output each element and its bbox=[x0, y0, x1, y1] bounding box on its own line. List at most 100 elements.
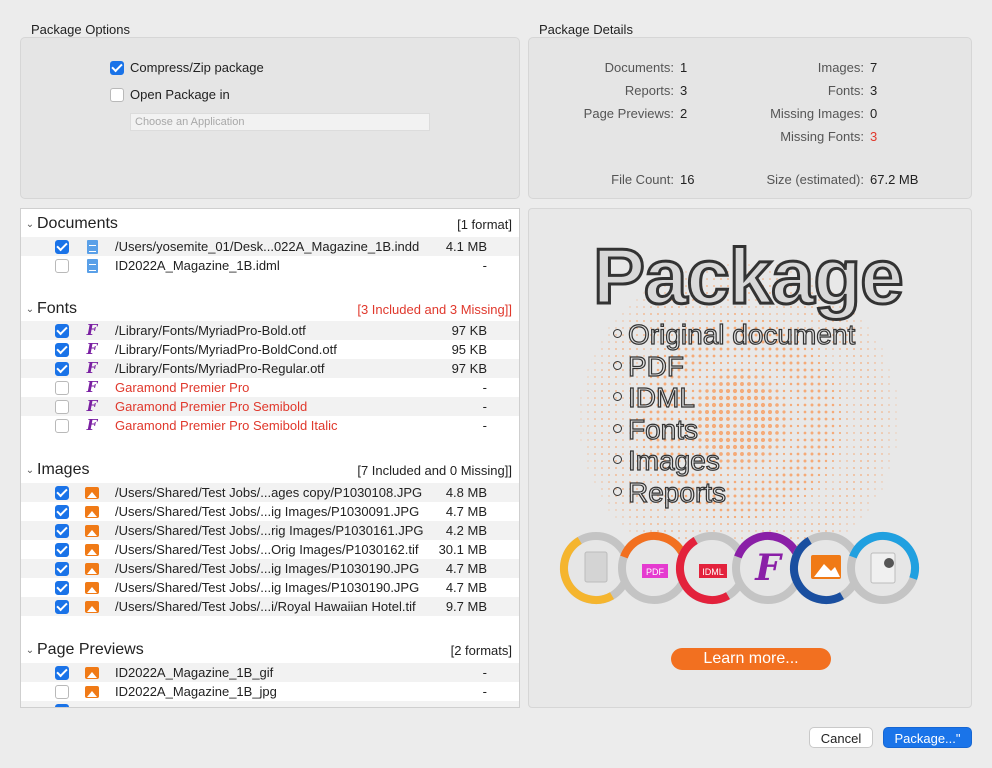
file-row[interactable]: F/Library/Fonts/MyriadPro-BoldCond.otf 95… bbox=[21, 340, 519, 359]
file-size: - bbox=[482, 418, 487, 433]
include-checkbox[interactable] bbox=[55, 504, 69, 519]
file-row[interactable]: F/Library/Fonts/MyriadPro-Regular.otf 97 … bbox=[21, 359, 519, 378]
include-checkbox[interactable] bbox=[55, 523, 69, 538]
learn-more-button[interactable]: Learn more... bbox=[671, 648, 831, 670]
file-row[interactable]: /Users/Shared/Test Jobs/...ages copy/P10… bbox=[21, 483, 519, 502]
halftone-dot bbox=[664, 523, 666, 525]
include-checkbox[interactable] bbox=[55, 684, 69, 699]
halftone-dot bbox=[874, 439, 876, 441]
include-checkbox[interactable] bbox=[55, 239, 69, 254]
package-file-list[interactable]: ⌄ Documents [1 format] /Users/yosemite_01/D… bbox=[20, 208, 520, 708]
file-row[interactable]: ID2022A_Magazine_1B_jpg - bbox=[21, 682, 519, 701]
halftone-dot bbox=[811, 509, 813, 511]
include-checkbox[interactable] bbox=[55, 418, 69, 433]
halftone-dot bbox=[706, 530, 708, 532]
size-estimated-value: 67.2 MB bbox=[870, 172, 919, 187]
compress-option[interactable]: Compress/Zip package bbox=[110, 60, 264, 75]
halftone-dot bbox=[860, 334, 862, 336]
file-size: - bbox=[482, 258, 487, 273]
file-row[interactable]: /Users/Shared/Test Jobs/...i/Royal Hawai… bbox=[21, 597, 519, 616]
halftone-dot bbox=[719, 508, 723, 512]
halftone-dot bbox=[895, 418, 897, 420]
halftone-dot bbox=[698, 508, 702, 512]
include-checkbox[interactable] bbox=[55, 258, 69, 273]
halftone-dot bbox=[608, 509, 610, 511]
halftone-dot bbox=[888, 369, 890, 371]
halftone-dot bbox=[881, 390, 883, 392]
file-row[interactable]: /Users/Shared/Test Jobs/...Orig Images/P… bbox=[21, 540, 519, 559]
halftone-dot bbox=[853, 523, 855, 525]
missing-images-value: 0 bbox=[870, 106, 878, 121]
include-checkbox[interactable] bbox=[55, 599, 69, 614]
package-button[interactable]: Package..." bbox=[883, 727, 972, 748]
halftone-dot bbox=[664, 530, 666, 532]
file-row[interactable]: F Garamond Premier Pro Semibold - bbox=[21, 397, 519, 416]
include-checkbox[interactable] bbox=[55, 580, 69, 595]
halftone-dot bbox=[860, 390, 862, 392]
file-row[interactable]: ID2022A_Magazine_1B.idml - bbox=[21, 256, 519, 275]
include-checkbox[interactable] bbox=[55, 703, 69, 707]
compress-checkbox[interactable] bbox=[110, 60, 124, 75]
halftone-dot bbox=[664, 509, 666, 511]
file-row[interactable]: F Garamond Premier Pro Semibold Italic - bbox=[21, 416, 519, 435]
halftone-dot bbox=[881, 474, 883, 476]
file-row[interactable]: /Users/Shared/Test Jobs/...ig Images/P10… bbox=[21, 502, 519, 521]
halftone-dot bbox=[860, 355, 862, 357]
chevron-down-icon[interactable]: ⌄ bbox=[23, 465, 37, 476]
halftone-dot bbox=[874, 383, 876, 385]
halftone-dot bbox=[671, 530, 673, 532]
halftone-dot bbox=[657, 509, 659, 511]
file-row[interactable]: F Garamond Premier Pro - bbox=[21, 378, 519, 397]
halftone-dot bbox=[818, 509, 820, 511]
chevron-down-icon[interactable]: ⌄ bbox=[23, 219, 37, 230]
include-checkbox[interactable] bbox=[55, 485, 69, 500]
chevron-down-icon[interactable]: ⌄ bbox=[23, 304, 37, 315]
file-row[interactable]: ID2022A_Magazine_1B_gif - bbox=[21, 663, 519, 682]
halftone-dot bbox=[888, 446, 890, 448]
halftone-dot bbox=[860, 425, 862, 427]
halftone-dot bbox=[734, 523, 736, 525]
halftone-dot bbox=[587, 383, 589, 385]
group-header-images[interactable]: ⌄ Images [7 Included and 0 Missing]] bbox=[21, 459, 519, 481]
include-checkbox[interactable] bbox=[55, 561, 69, 576]
halftone-dot bbox=[867, 327, 869, 329]
halftone-dot bbox=[776, 530, 778, 532]
halftone-dot bbox=[867, 411, 869, 413]
group-header-page-previews[interactable]: ⌄ Page Previews [2 formats] bbox=[21, 639, 519, 661]
file-row[interactable]: /Users/Shared/Test Jobs/...ig Images/P10… bbox=[21, 578, 519, 597]
missing-fonts-label: Missing Fonts: bbox=[780, 129, 864, 144]
halftone-dot bbox=[733, 515, 737, 519]
file-row[interactable] bbox=[21, 701, 519, 707]
file-row[interactable]: /Users/Shared/Test Jobs/...rig Images/P1… bbox=[21, 521, 519, 540]
include-checkbox[interactable] bbox=[55, 361, 69, 376]
chevron-down-icon[interactable]: ⌄ bbox=[23, 645, 37, 656]
halftone-dot bbox=[874, 425, 876, 427]
halftone-dot bbox=[712, 508, 716, 512]
include-checkbox[interactable] bbox=[55, 380, 69, 395]
file-name: Garamond Premier Pro Semibold bbox=[115, 399, 308, 414]
cancel-button[interactable]: Cancel bbox=[809, 727, 873, 748]
group-summary: [7 Included and 0 Missing]] bbox=[357, 462, 512, 478]
file-row[interactable]: /Users/Shared/Test Jobs/...ig Images/P10… bbox=[21, 559, 519, 578]
halftone-dot bbox=[874, 432, 876, 434]
halftone-dot bbox=[608, 362, 610, 364]
file-row[interactable]: F/Library/Fonts/MyriadPro-Bold.otf 97 KB bbox=[21, 321, 519, 340]
halftone-dot bbox=[608, 390, 610, 392]
include-checkbox[interactable] bbox=[55, 342, 69, 357]
choose-application-select[interactable]: Choose an Application bbox=[130, 113, 430, 131]
halftone-dot bbox=[726, 508, 730, 512]
group-header-fonts[interactable]: ⌄ Fonts [3 Included and 3 Missing]] bbox=[21, 298, 519, 320]
include-checkbox[interactable] bbox=[55, 665, 69, 680]
include-checkbox[interactable] bbox=[55, 323, 69, 338]
halftone-dot bbox=[888, 453, 890, 455]
halftone-dot bbox=[608, 383, 610, 385]
group-header-documents[interactable]: ⌄ Documents [1 format] bbox=[21, 213, 519, 235]
halftone-dot bbox=[867, 439, 869, 441]
include-checkbox[interactable] bbox=[55, 542, 69, 557]
include-checkbox[interactable] bbox=[55, 399, 69, 414]
open-package-option[interactable]: Open Package in bbox=[110, 87, 230, 102]
file-row[interactable]: /Users/yosemite_01/Desk...022A_Magazine_… bbox=[21, 237, 519, 256]
halftone-dot bbox=[608, 495, 610, 497]
open-package-checkbox[interactable] bbox=[110, 87, 124, 102]
halftone-dot bbox=[874, 376, 876, 378]
